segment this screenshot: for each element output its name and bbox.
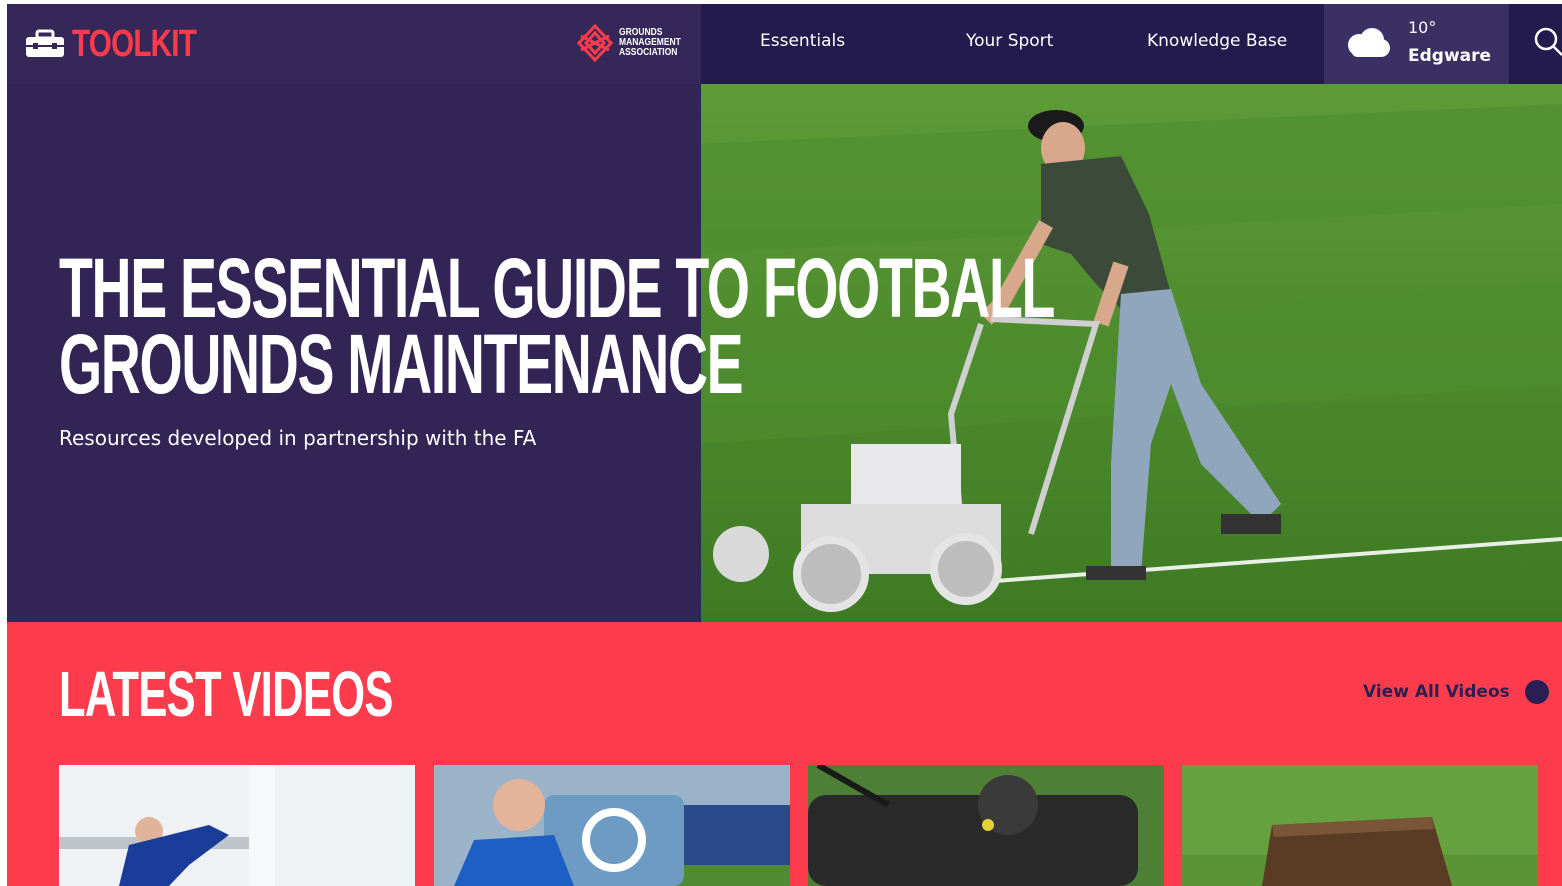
nav-knowledge-base[interactable]: Knowledge Base	[1147, 31, 1287, 51]
nav-your-sport[interactable]: Your Sport	[966, 31, 1053, 51]
video-thumbnail[interactable]	[1182, 765, 1538, 886]
weather-widget[interactable]: 10° Edgware	[1324, 4, 1509, 84]
view-all-arrow-icon[interactable]	[1525, 680, 1549, 704]
header-brand-area: TOOLKIT GROUNDS MANAGEMENT ASSOCIATION	[7, 4, 701, 84]
search-icon[interactable]	[1533, 26, 1562, 58]
site-header: TOOLKIT GROUNDS MANAGEMENT ASSOCIATION E…	[7, 4, 1562, 84]
gma-wordmark: GROUNDS MANAGEMENT ASSOCIATION	[619, 28, 681, 58]
video-thumbnail[interactable]	[808, 765, 1164, 886]
main-nav: Essentials Your Sport Knowledge Base	[701, 4, 1324, 84]
view-all-videos-link[interactable]: View All Videos	[1363, 682, 1510, 702]
hero-title: THE ESSENTIAL GUIDE TO FOOTBALL GROUNDS …	[59, 241, 1055, 411]
search-area	[1509, 4, 1562, 84]
weather-temperature: 10°	[1408, 18, 1437, 37]
gma-logo[interactable]: GROUNDS MANAGEMENT ASSOCIATION	[577, 24, 692, 62]
hero-title-line-1: THE ESSENTIAL GUIDE TO FOOTBALL	[59, 241, 1055, 335]
page: TOOLKIT GROUNDS MANAGEMENT ASSOCIATION E…	[7, 4, 1562, 886]
video-thumbnail[interactable]	[434, 765, 790, 886]
video-thumbnail[interactable]	[59, 765, 415, 886]
weather-location: Edgware	[1408, 46, 1492, 66]
hero-title-line-2: GROUNDS MAINTENANCE	[59, 317, 744, 411]
hero-subtitle: Resources developed in partnership with …	[59, 426, 537, 450]
latest-videos-heading: LATEST VIDEOS	[59, 658, 393, 730]
cloud-icon	[1348, 28, 1390, 57]
latest-videos-section: LATEST VIDEOS View All Videos	[7, 622, 1562, 886]
gma-line-3: ASSOCIATION	[619, 47, 678, 58]
toolkit-logo[interactable]: TOOLKIT	[24, 22, 231, 65]
nav-essentials[interactable]: Essentials	[760, 31, 845, 51]
logo-text: TOOLKIT	[72, 22, 197, 65]
toolbox-icon	[26, 29, 64, 57]
gma-emblem-icon	[577, 24, 613, 62]
